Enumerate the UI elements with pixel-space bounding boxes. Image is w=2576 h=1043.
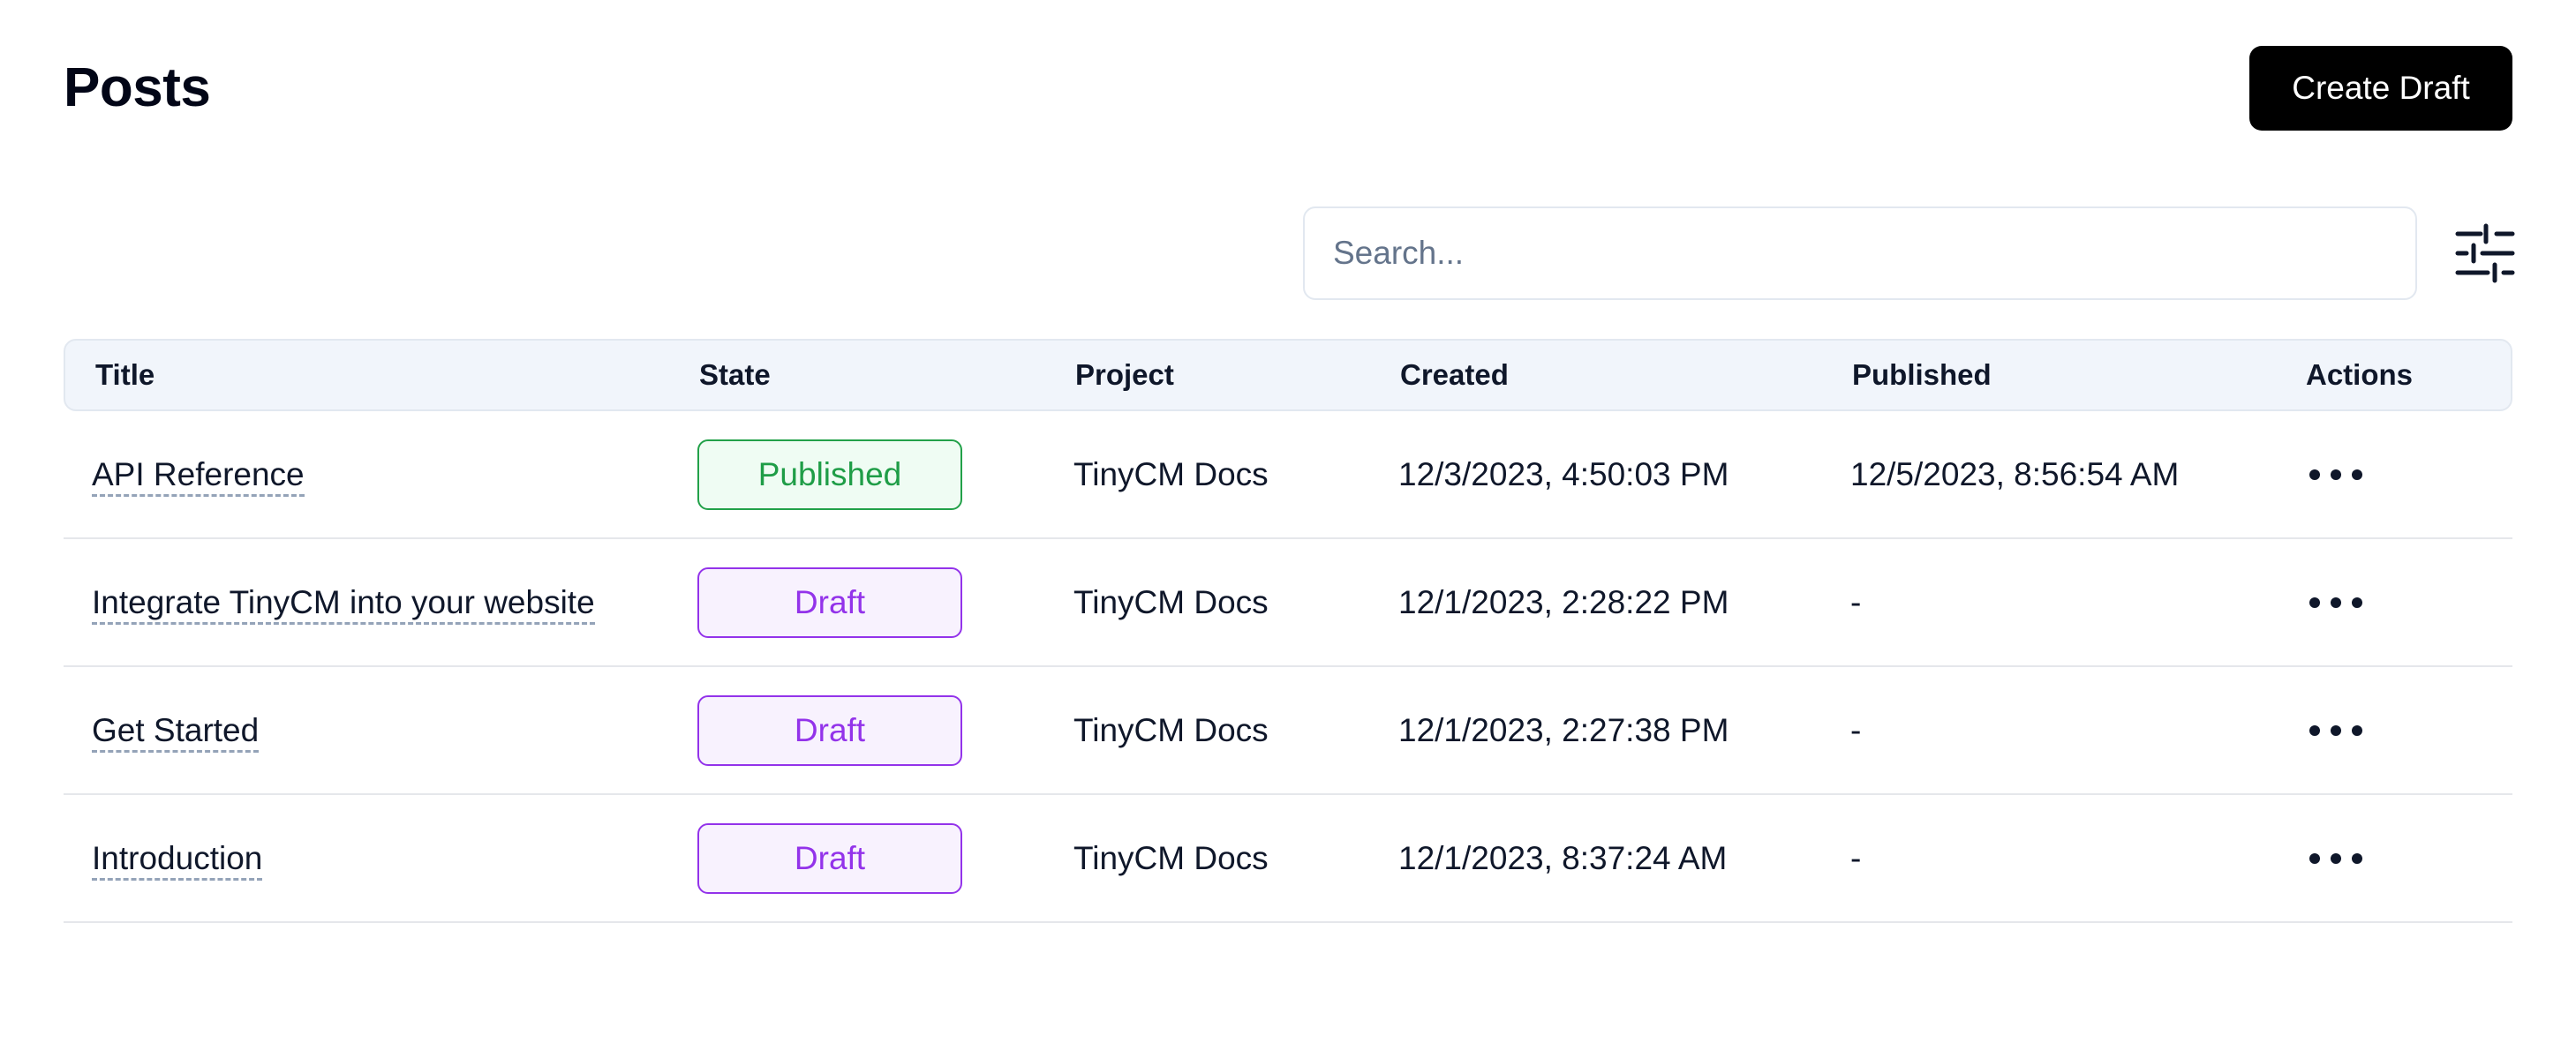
project-cell: TinyCM Docs	[1073, 456, 1269, 492]
post-title-link[interactable]: Integrate TinyCM into your website	[92, 584, 595, 625]
title-cell: Integrate TinyCM into your website	[92, 539, 595, 665]
table-row: API Reference Published TinyCM Docs 12/3…	[64, 411, 2512, 539]
created-cell: 12/1/2023, 2:27:38 PM	[1398, 712, 1729, 748]
project-cell: TinyCM Docs	[1073, 712, 1269, 748]
title-cell: Get Started	[92, 667, 260, 793]
post-title-link[interactable]: Get Started	[92, 712, 260, 753]
ellipsis-icon	[2309, 853, 2362, 864]
row-actions-button[interactable]	[2301, 454, 2371, 496]
published-cell: -	[1850, 712, 1862, 748]
published-cell: -	[1850, 840, 1862, 876]
column-header-project: Project	[1075, 358, 1174, 391]
created-cell: 12/1/2023, 8:37:24 AM	[1398, 840, 1728, 876]
column-header-title: Title	[95, 358, 155, 391]
state-badge: Draft	[697, 823, 962, 894]
table-row: Introduction Draft TinyCM Docs 12/1/2023…	[64, 795, 2512, 923]
column-header-actions: Actions	[2306, 358, 2414, 391]
column-header-published: Published	[1852, 358, 1992, 391]
created-cell: 12/1/2023, 2:28:22 PM	[1398, 584, 1729, 620]
row-actions-button[interactable]	[2301, 582, 2371, 624]
title-cell: API Reference	[92, 411, 305, 537]
table-header: Title State Project Created Published Ac…	[64, 339, 2512, 411]
published-cell: 12/5/2023, 8:56:54 AM	[1850, 456, 2180, 492]
table-row: Integrate TinyCM into your website Draft…	[64, 539, 2512, 667]
row-actions-button[interactable]	[2301, 709, 2371, 752]
title-cell: Introduction	[92, 795, 263, 921]
project-cell: TinyCM Docs	[1073, 840, 1269, 876]
create-draft-button[interactable]: Create Draft	[2249, 46, 2512, 131]
table-row: Get Started Draft TinyCM Docs 12/1/2023,…	[64, 667, 2512, 795]
post-title-link[interactable]: Introduction	[92, 840, 263, 881]
state-badge: Draft	[697, 567, 962, 638]
column-header-created: Created	[1400, 358, 1509, 391]
page-title: Posts	[64, 57, 211, 118]
posts-page: Posts Create Draft Title State Project C…	[64, 0, 2515, 1043]
ellipsis-icon	[2309, 469, 2362, 480]
ellipsis-icon	[2309, 597, 2362, 608]
state-badge: Published	[697, 439, 962, 510]
state-badge: Draft	[697, 695, 962, 766]
row-actions-button[interactable]	[2301, 837, 2371, 880]
post-title-link[interactable]: API Reference	[92, 456, 305, 497]
search-input[interactable]	[1303, 206, 2417, 300]
sliders-icon	[2455, 223, 2515, 283]
published-cell: -	[1850, 584, 1862, 620]
posts-table: Title State Project Created Published Ac…	[64, 339, 2512, 923]
created-cell: 12/3/2023, 4:50:03 PM	[1398, 456, 1729, 492]
project-cell: TinyCM Docs	[1073, 584, 1269, 620]
filter-button[interactable]	[2454, 222, 2516, 284]
ellipsis-icon	[2309, 725, 2362, 736]
column-header-state: State	[699, 358, 771, 391]
